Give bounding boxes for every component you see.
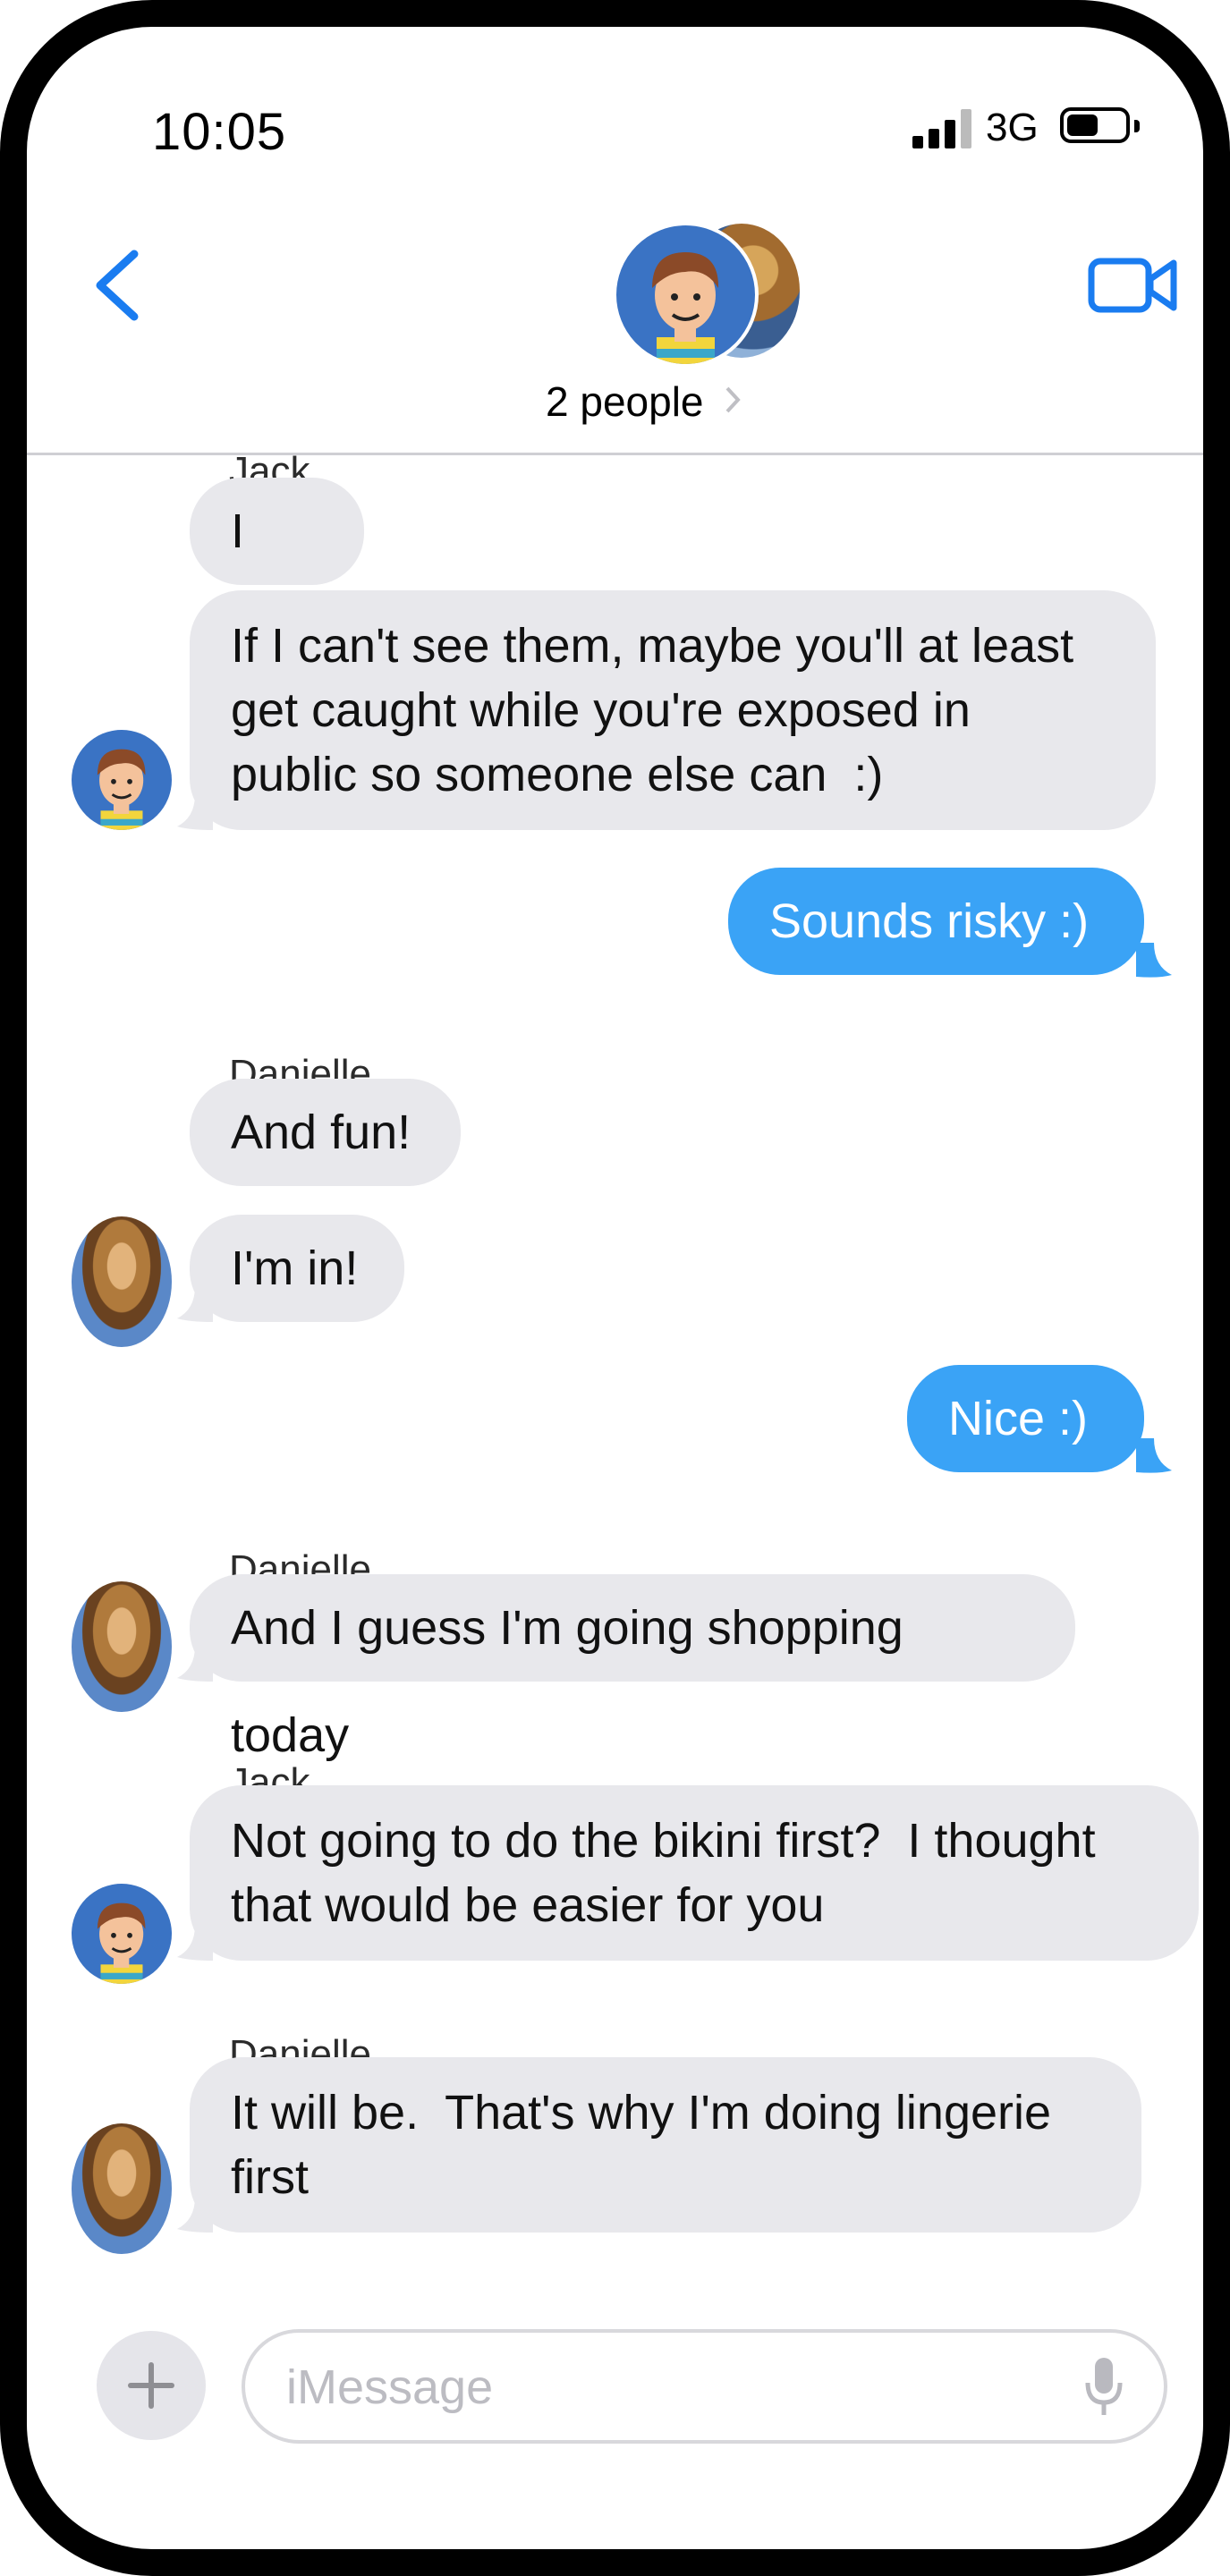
- status-time: 10:05: [152, 103, 287, 161]
- message-input-placeholder: iMessage: [286, 2360, 494, 2414]
- outgoing-message[interactable]: Sounds risky :): [728, 868, 1144, 975]
- group-name[interactable]: 2 people: [546, 377, 704, 426]
- bubble-tail: [177, 1925, 213, 1961]
- danielle-avatar[interactable]: [72, 2123, 172, 2254]
- chevron-left-icon[interactable]: [91, 249, 145, 322]
- phone-frame: 10:05 3G 2 people Jack I am: [0, 0, 1230, 2576]
- jack-avatar[interactable]: [72, 1884, 172, 1984]
- plus-icon: [128, 2362, 174, 2409]
- bubble-tail: [177, 1646, 213, 1682]
- video-camera-icon[interactable]: [1088, 256, 1177, 315]
- incoming-message[interactable]: Not going to do the bikini first? I thou…: [190, 1785, 1199, 1961]
- incoming-message[interactable]: I am: [190, 478, 364, 665]
- jack-avatar-large[interactable]: [613, 222, 759, 368]
- outgoing-message[interactable]: Nice :): [907, 1365, 1144, 1472]
- jack-avatar[interactable]: [72, 730, 172, 830]
- incoming-message[interactable]: And I guess I'm going shopping today: [190, 1574, 1075, 1762]
- bubble-tail: [177, 2197, 213, 2233]
- chevron-right-icon[interactable]: [723, 385, 742, 415]
- battery-icon: [1060, 107, 1130, 143]
- bubble-tail: [1136, 1438, 1172, 1473]
- incoming-message[interactable]: If I can't see them, maybe you'll at lea…: [190, 590, 1156, 830]
- add-attachment-button[interactable]: [97, 2331, 206, 2440]
- battery-tip: [1134, 120, 1140, 132]
- microphone-icon[interactable]: [1084, 2356, 1124, 2417]
- danielle-avatar[interactable]: [72, 1581, 172, 1712]
- danielle-avatar[interactable]: [72, 1216, 172, 1347]
- bubble-tail: [177, 1286, 213, 1322]
- network-type: 3G: [986, 106, 1039, 149]
- header-divider: [27, 453, 1203, 455]
- incoming-message[interactable]: And fun!: [190, 1079, 461, 1186]
- incoming-message[interactable]: It will be. That's why I'm doing lingeri…: [190, 2057, 1141, 2233]
- bubble-tail: [1136, 943, 1172, 978]
- incoming-message[interactable]: I'm in!: [190, 1215, 404, 1322]
- bubble-tail: [177, 794, 213, 830]
- signal-icon: [912, 109, 971, 148]
